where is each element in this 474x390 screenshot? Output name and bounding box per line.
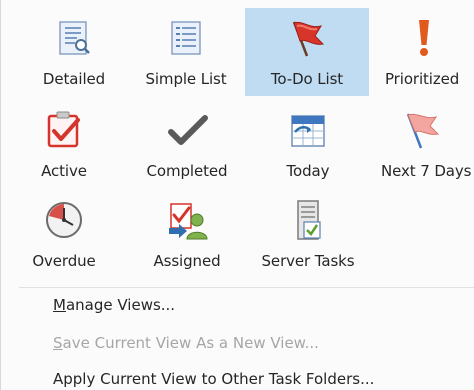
access-key: S <box>53 334 63 352</box>
menu-item-label: Apply Current View to Other Task Folders… <box>53 370 375 388</box>
view-label: To-Do List <box>270 70 344 88</box>
pink-flag-icon <box>406 113 440 149</box>
access-key: M <box>53 296 66 314</box>
view-label: Detailed <box>42 70 106 88</box>
view-to-do-list[interactable]: To-Do List <box>245 8 369 96</box>
calendar-today-icon <box>291 115 325 147</box>
view-label: Simple List <box>145 70 227 88</box>
red-flag-icon <box>292 21 325 57</box>
simple-list-icon <box>171 21 201 55</box>
menu-separator <box>19 287 474 288</box>
detailed-view-icon <box>59 21 90 55</box>
server-tasks-icon <box>297 200 321 240</box>
view-server-tasks[interactable]: Server Tasks <box>251 190 365 278</box>
view-label: Overdue <box>32 252 96 270</box>
apply-view-menu-item[interactable]: Apply Current View to Other Task Folders… <box>53 370 374 388</box>
menu-item-label: anage Views... <box>65 296 176 314</box>
assigned-task-icon <box>169 203 208 240</box>
view-completed[interactable]: Completed <box>127 100 247 188</box>
gallery-row: Detailed Simple List To-Do List Prioriti… <box>1 8 474 96</box>
view-prioritized[interactable]: Prioritized <box>373 8 474 96</box>
clock-icon <box>46 202 82 238</box>
view-label: Prioritized <box>385 70 460 88</box>
gallery-row: Overdue Assigned Server Tasks <box>1 190 474 278</box>
view-detailed[interactable]: Detailed <box>19 8 129 96</box>
save-view-menu-item: Save Current View As a New View... <box>53 334 319 352</box>
view-label: Server Tasks <box>261 252 355 270</box>
view-next-7-days[interactable]: Next 7 Days <box>373 100 474 188</box>
view-simple-list[interactable]: Simple List <box>131 8 241 96</box>
view-label: Next 7 Days <box>381 162 472 180</box>
view-label: Assigned <box>153 252 221 270</box>
view-today[interactable]: Today <box>251 100 365 188</box>
menu-item-label: ave Current View As a New View... <box>62 334 319 352</box>
view-label: Today <box>286 162 330 180</box>
view-assigned[interactable]: Assigned <box>127 190 247 278</box>
view-overdue[interactable]: Overdue <box>11 190 117 278</box>
view-label: Completed <box>146 162 228 180</box>
gallery-row: Active Completed Today Next 7 Days <box>1 100 474 188</box>
view-gallery-dropdown: Detailed Simple List To-Do List Prioriti… <box>0 0 474 390</box>
view-active[interactable]: Active <box>11 100 117 188</box>
exclamation-icon <box>419 20 429 56</box>
view-label: Active <box>41 162 87 180</box>
manage-views-menu-item[interactable]: Manage Views... <box>53 296 175 314</box>
checkbox-check-icon <box>47 111 80 148</box>
checkmark-icon <box>168 115 208 145</box>
